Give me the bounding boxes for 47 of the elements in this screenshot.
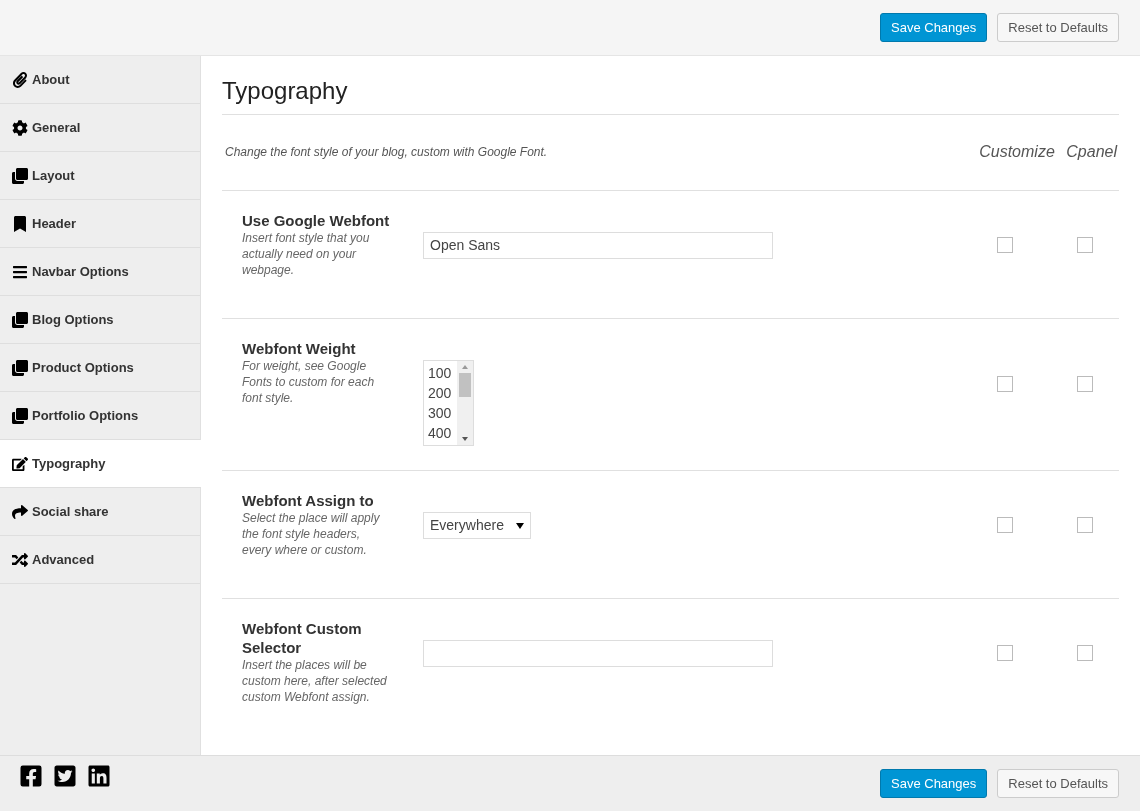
- checkbox[interactable]: [997, 517, 1013, 534]
- column-heading: Customize: [978, 142, 1056, 163]
- list-option[interactable]: 300: [428, 402, 457, 423]
- pages-icon: [12, 167, 28, 184]
- option-help: Select the place will apply the font style headers, every where or custom.: [242, 510, 381, 559]
- pages-icon: [12, 311, 28, 328]
- reset-button[interactable]: Reset to Defaults: [997, 769, 1119, 798]
- pages-icon: [12, 407, 28, 424]
- bookmark-icon: [12, 215, 28, 232]
- option-title: Use Google Webfont: [242, 210, 391, 230]
- option-title: Webfont Weight: [242, 338, 357, 358]
- checkbox[interactable]: [997, 375, 1013, 392]
- linkedin-icon[interactable]: [87, 763, 111, 788]
- text-field[interactable]: Open Sans: [423, 231, 773, 259]
- checkbox[interactable]: [1077, 375, 1093, 392]
- caret-icon: [515, 522, 524, 529]
- scrollbar[interactable]: [457, 360, 473, 445]
- option-title: Webfont Custom Selector: [242, 619, 363, 658]
- page-title: Typography: [222, 76, 1119, 115]
- checkbox[interactable]: [1077, 236, 1093, 253]
- column-heading: Cpanel: [1065, 142, 1119, 163]
- list-option[interactable]: 100: [428, 362, 457, 383]
- checkbox[interactable]: [1077, 517, 1093, 534]
- shuffle-icon: [12, 551, 28, 568]
- sidebar-item[interactable]: Typography: [0, 440, 201, 488]
- pages-icon: [12, 359, 28, 376]
- share-icon: [12, 503, 28, 520]
- menu-icon: [12, 263, 28, 280]
- dropdown[interactable]: Everywhere: [423, 512, 531, 540]
- paperclip-icon: [12, 71, 28, 88]
- listbox[interactable]: 100 200 300 400: [423, 359, 474, 446]
- option-help: For weight, see Google Fonts to custom for each font style.: [242, 357, 376, 406]
- facebook-icon[interactable]: [19, 763, 43, 788]
- checkbox[interactable]: [997, 645, 1013, 662]
- twitter-icon[interactable]: [53, 763, 77, 788]
- option-help: Insert font style that you actually need on your webpage.: [242, 229, 371, 278]
- checkbox[interactable]: [1077, 645, 1093, 662]
- checkbox[interactable]: [997, 236, 1013, 253]
- list-option[interactable]: 200: [428, 382, 457, 403]
- option-title: Webfont Assign to: [242, 491, 375, 511]
- reset-button[interactable]: Reset to Defaults: [997, 13, 1119, 42]
- text-field[interactable]: [423, 640, 773, 668]
- section-description: Change the font style of your blog, custom with Google Font.: [224, 144, 549, 162]
- gear-icon: [12, 119, 28, 136]
- option-help: Insert the places will be custom here, after selected custom Webfont assign.: [242, 657, 388, 706]
- list-option[interactable]: 400: [428, 422, 457, 443]
- edit-icon: [12, 455, 28, 472]
